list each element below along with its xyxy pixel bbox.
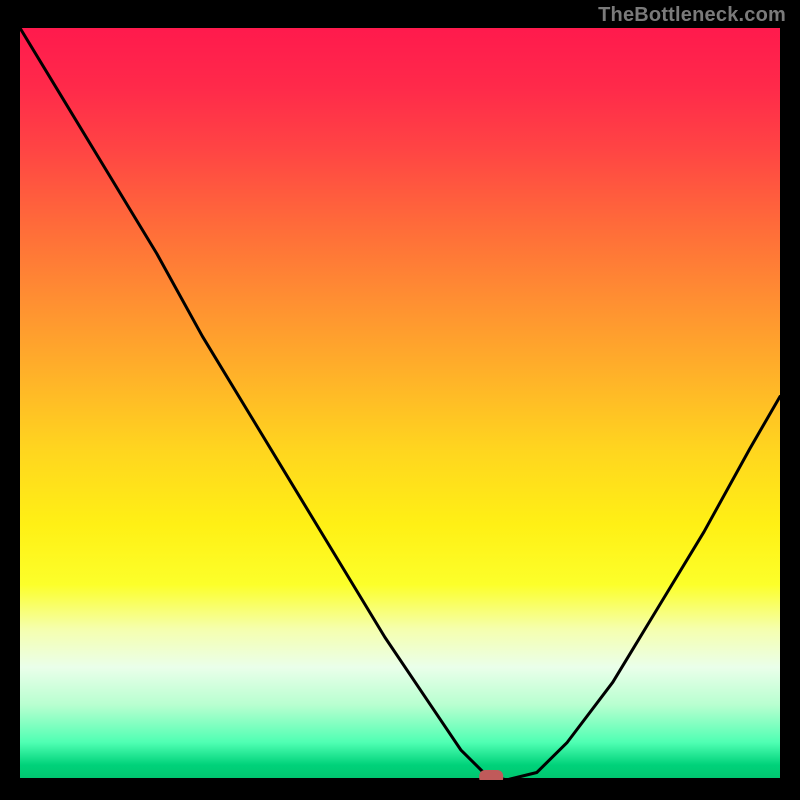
plot-area bbox=[20, 28, 780, 780]
optimum-marker bbox=[479, 770, 503, 780]
attribution-label: TheBottleneck.com bbox=[598, 4, 786, 27]
bottleneck-curve bbox=[20, 28, 780, 780]
chart-frame: TheBottleneck.com bbox=[0, 0, 800, 800]
chart-svg bbox=[20, 28, 780, 780]
